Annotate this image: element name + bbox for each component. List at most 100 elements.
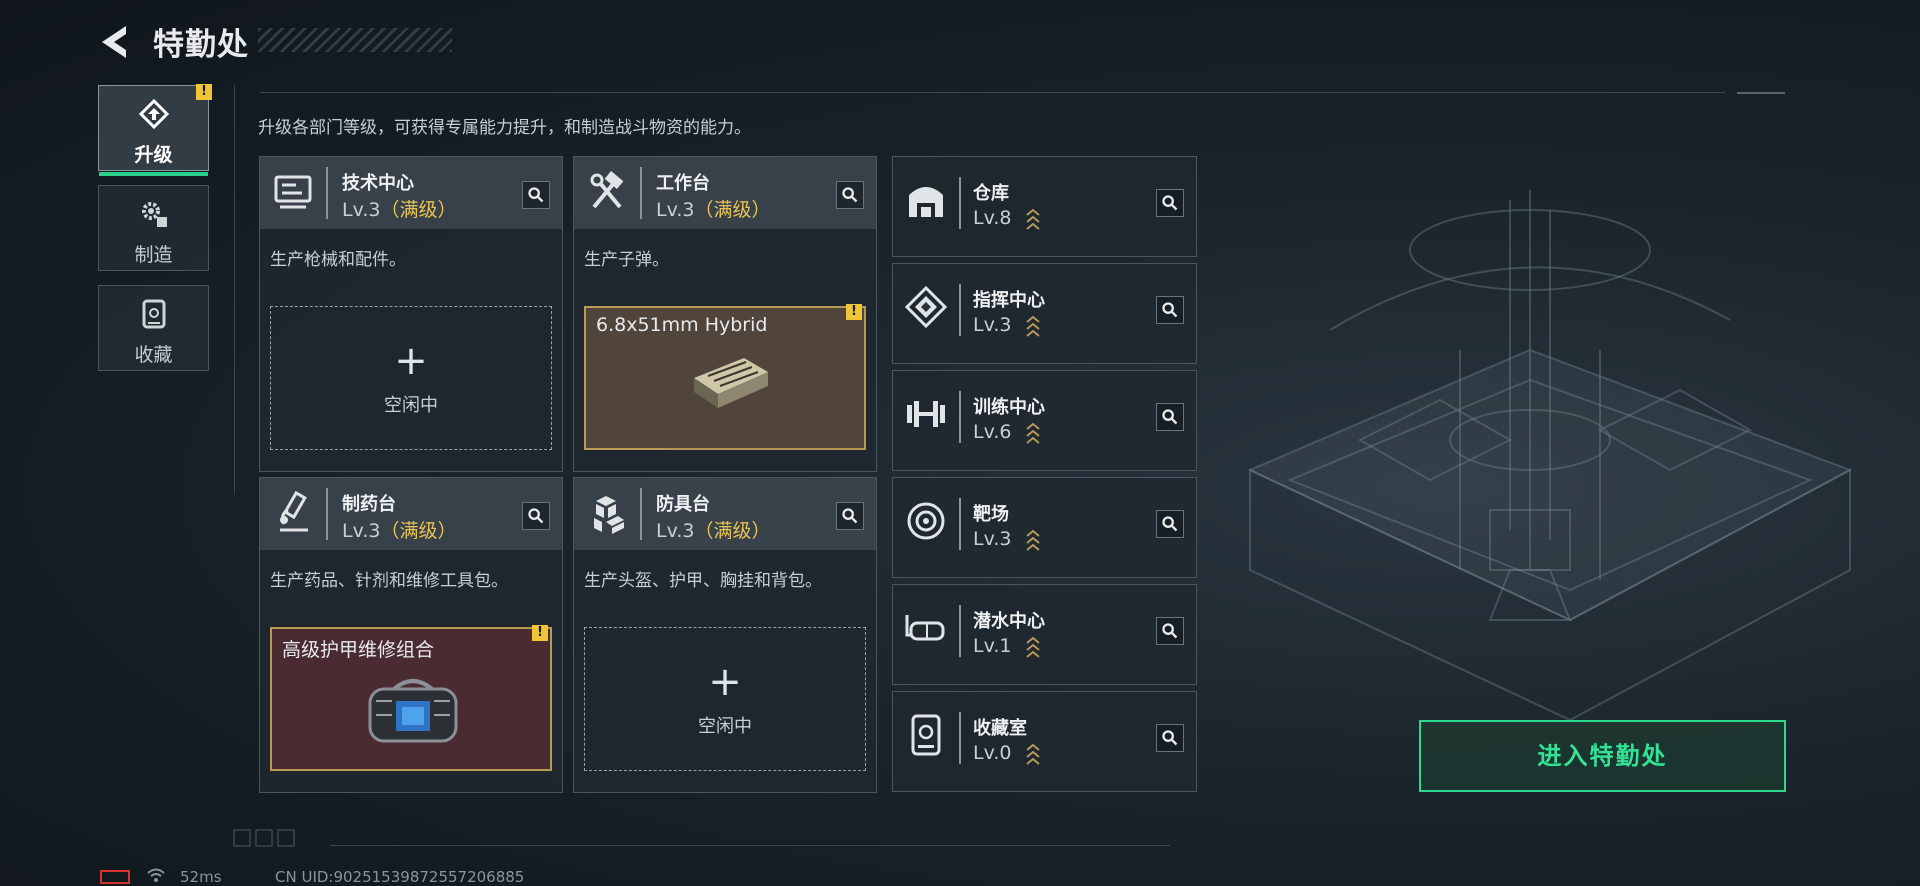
facility-card-armor-bench[interactable]: 防具台 Lv.3（满级） 生产头盔、护甲、胸挂和背包。 + 空闲中	[573, 477, 877, 793]
department-card-diving-center[interactable]: 潜水中心 Lv.1	[892, 584, 1197, 685]
production-slot-active[interactable]: 6.8x51mm Hybrid !	[584, 304, 866, 450]
department-card-collection-room[interactable]: 收藏室 Lv.0	[892, 691, 1197, 792]
slot-status: 空闲中	[384, 395, 438, 416]
separator	[959, 284, 961, 336]
production-slot-active[interactable]: 高级护甲维修组合 !	[270, 625, 552, 771]
ping-readout: 52ms	[180, 868, 222, 886]
page-title: 特勤处	[153, 27, 249, 63]
department-name: 收藏室	[973, 718, 1027, 739]
separator	[959, 712, 961, 764]
workbench-icon	[590, 171, 624, 209]
nav-label: 升级	[134, 144, 173, 166]
facility-description: 生产枪械和配件。	[270, 250, 406, 270]
collection-room-icon	[911, 714, 941, 756]
search-icon[interactable]	[836, 181, 864, 209]
search-icon[interactable]	[1156, 617, 1184, 645]
separator	[640, 167, 642, 219]
wifi-icon	[147, 868, 165, 882]
divider	[1737, 92, 1785, 94]
search-icon[interactable]	[836, 502, 864, 530]
nav-tab-collection[interactable]: 收藏	[98, 285, 209, 371]
title-decoration	[258, 28, 452, 52]
corner-decoration	[233, 829, 295, 847]
facility-hologram-illustration	[1247, 190, 1853, 722]
collection-icon	[142, 299, 166, 329]
command-center-icon	[904, 285, 948, 329]
armor-bench-icon	[594, 496, 624, 534]
upgrade-chevrons-icon	[1026, 743, 1040, 765]
department-level: Lv.3	[973, 528, 1012, 550]
target-icon	[907, 502, 945, 540]
department-name: 潜水中心	[973, 611, 1045, 632]
facility-description: 生产子弹。	[584, 250, 669, 270]
max-level-label: （满级）	[694, 520, 771, 542]
facility-description: 生产头盔、护甲、胸挂和背包。	[584, 571, 822, 591]
separator	[959, 498, 961, 550]
department-card-shooting-range[interactable]: 靶场 Lv.3	[892, 477, 1197, 578]
tech-center-icon	[274, 175, 312, 209]
department-level: Lv.8	[973, 207, 1012, 229]
enter-special-ops-button[interactable]: 进入特勤处	[1419, 720, 1786, 792]
production-slot-empty[interactable]: + 空闲中	[270, 306, 552, 450]
facility-level: Lv.3（满级）	[342, 520, 457, 542]
nav-tab-upgrade[interactable]: 升级 !	[98, 84, 212, 176]
search-icon[interactable]	[1156, 189, 1184, 217]
production-slot-empty[interactable]: + 空闲中	[584, 627, 866, 771]
upgrade-chevrons-icon	[1026, 315, 1040, 337]
search-icon[interactable]	[1156, 510, 1184, 538]
add-icon: +	[708, 659, 742, 705]
department-name: 指挥中心	[973, 290, 1045, 311]
slot-status: 空闲中	[698, 716, 752, 737]
divider	[330, 845, 1170, 846]
ammo-box-icon	[694, 358, 768, 408]
separator	[959, 391, 961, 443]
facility-card-tech-center[interactable]: 技术中心 Lv.3（满级） 生产枪械和配件。 + 空闲中	[259, 156, 563, 472]
search-icon[interactable]	[522, 181, 550, 209]
gears-icon	[142, 202, 167, 227]
diving-mask-icon	[905, 615, 945, 641]
upgrade-chevrons-icon	[1026, 529, 1040, 551]
warehouse-icon	[909, 187, 943, 217]
search-icon[interactable]	[1156, 296, 1184, 324]
department-name: 靶场	[973, 504, 1009, 525]
separator	[326, 488, 328, 540]
facility-name: 防具台	[656, 494, 710, 515]
separator	[640, 488, 642, 540]
facility-level: Lv.3（满级）	[342, 199, 457, 221]
nav-label: 收藏	[134, 344, 173, 366]
separator	[326, 167, 328, 219]
back-arrow-icon[interactable]	[96, 22, 136, 62]
upgrade-icon	[138, 98, 170, 130]
upgrade-chevrons-icon	[1026, 636, 1040, 658]
nav-tab-craft[interactable]: 制造	[98, 185, 209, 271]
department-card-training-center[interactable]: 训练中心 Lv.6	[892, 370, 1197, 471]
add-icon: +	[394, 338, 428, 384]
search-icon[interactable]	[1156, 724, 1184, 752]
upgrade-chevrons-icon	[1026, 422, 1040, 444]
facility-name: 制药台	[342, 494, 396, 515]
item-name: 6.8x51mm Hybrid	[596, 314, 768, 336]
department-card-command-center[interactable]: 指挥中心 Lv.3	[892, 263, 1197, 364]
warning-badge: !	[532, 625, 548, 641]
max-level-label: （满级）	[380, 199, 457, 221]
separator	[959, 605, 961, 657]
max-level-label: （满级）	[694, 199, 771, 221]
divider	[234, 85, 235, 495]
separator	[959, 177, 961, 229]
facility-name: 技术中心	[342, 173, 414, 194]
item-name: 高级护甲维修组合	[282, 639, 435, 661]
search-icon[interactable]	[1156, 403, 1184, 431]
max-level-label: （满级）	[380, 520, 457, 542]
department-name: 仓库	[973, 183, 1009, 204]
battery-icon	[100, 870, 130, 884]
facility-card-pharmacy[interactable]: 制药台 Lv.3（满级） 生产药品、针剂和维修工具包。 高级护甲维修组合 !	[259, 477, 563, 793]
facility-card-workbench[interactable]: 工作台 Lv.3（满级） 生产子弹。 6.8x51mm Hybrid !	[573, 156, 877, 472]
dumbbell-icon	[907, 401, 945, 427]
search-icon[interactable]	[522, 502, 550, 530]
facility-description: 生产药品、针剂和维修工具包。	[270, 571, 508, 591]
department-level: Lv.3	[973, 314, 1012, 336]
facility-name: 工作台	[656, 173, 710, 194]
divider	[260, 92, 1725, 93]
facility-level: Lv.3（满级）	[656, 520, 771, 542]
department-card-warehouse[interactable]: 仓库 Lv.8	[892, 156, 1197, 257]
